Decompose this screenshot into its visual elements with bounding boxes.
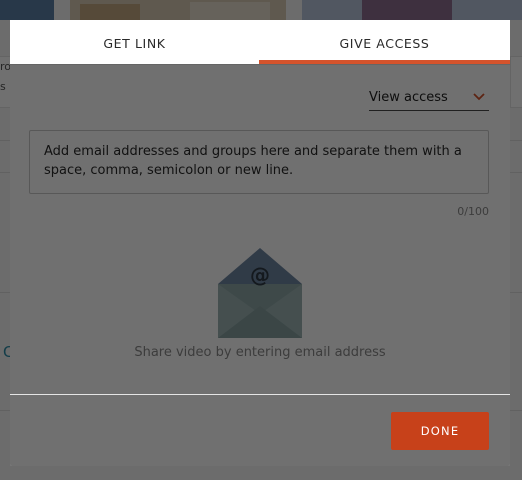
chevron-down-icon [473, 93, 485, 101]
email-input-placeholder: Add email addresses and groups here and … [44, 144, 462, 178]
email-input[interactable]: Add email addresses and groups here and … [29, 130, 489, 194]
permission-dropdown[interactable]: View access [369, 88, 489, 111]
character-count: 0/100 [457, 205, 489, 218]
tab-get-link[interactable]: GET LINK [10, 20, 259, 66]
share-tabs: GET LINK GIVE ACCESS [10, 20, 510, 66]
done-button[interactable]: DONE [391, 412, 489, 450]
permission-value: View access [369, 90, 448, 105]
svg-text:@: @ [250, 263, 270, 287]
envelope-at-icon: @ [218, 248, 302, 338]
empty-state-text: Share video by entering email address [134, 345, 386, 360]
share-dialog: GET LINK GIVE ACCESS View access Add ema… [10, 20, 510, 466]
